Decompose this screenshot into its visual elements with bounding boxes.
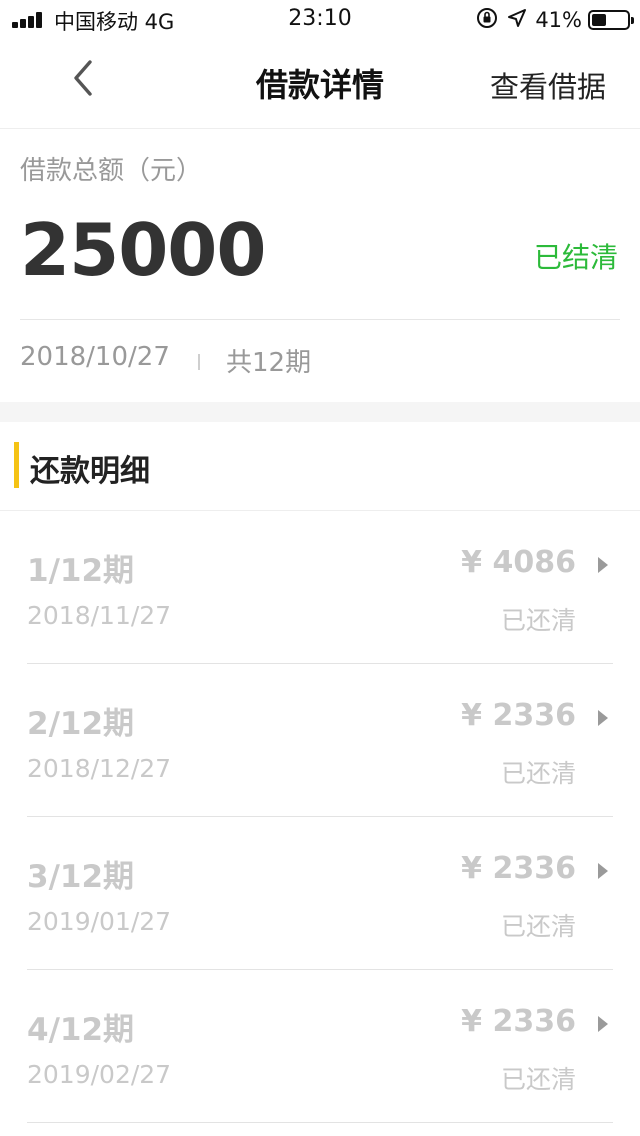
- repayment-date: 2019/02/27: [27, 1060, 172, 1089]
- repayment-item[interactable]: 3/12期 2019/01/27 ¥ 2336 已还清: [0, 817, 640, 970]
- repayment-amount: ¥ 4086: [461, 545, 576, 580]
- total-amount-label: 借款总额（元）: [20, 156, 203, 186]
- repayment-period: 3/12期: [27, 859, 135, 895]
- repayment-amount: ¥ 2336: [461, 851, 576, 886]
- nav-bar: 借款详情 查看借据: [0, 40, 640, 129]
- loan-periods: 共12期: [226, 348, 312, 378]
- repayment-date: 2019/01/27: [27, 907, 172, 936]
- view-receipt-button[interactable]: 查看借据: [490, 64, 606, 106]
- section-gap: [0, 402, 640, 422]
- repayment-period: 1/12期: [27, 553, 135, 589]
- summary-separator: [198, 354, 200, 370]
- section-title: 还款明细: [30, 454, 150, 489]
- section-accent-bar: [14, 442, 19, 488]
- chevron-right-icon: [598, 710, 608, 726]
- repayment-status: 已还清: [500, 912, 576, 941]
- repayment-status: 已还清: [500, 759, 576, 788]
- battery-level: [592, 14, 606, 26]
- chevron-right-icon: [598, 863, 608, 879]
- status-bar: 中国移动 4G 23:10 41%: [0, 0, 640, 40]
- repayment-item[interactable]: 4/12期 2019/02/27 ¥ 2336 已还清: [0, 970, 640, 1123]
- repayment-item[interactable]: 2/12期 2018/12/27 ¥ 2336 已还清: [0, 664, 640, 817]
- repayment-amount: ¥ 2336: [461, 1004, 576, 1039]
- loan-date: 2018/10/27: [20, 342, 170, 372]
- battery-icon: [588, 10, 634, 30]
- repayment-amount: ¥ 2336: [461, 698, 576, 733]
- location-icon: [507, 8, 527, 32]
- orientation-lock-icon: [475, 6, 499, 34]
- repayment-section-header: 还款明细: [0, 422, 640, 511]
- repayment-date: 2018/12/27: [27, 754, 172, 783]
- chevron-right-icon: [598, 1016, 608, 1032]
- repayment-list: 1/12期 2018/11/27 ¥ 4086 已还清 2/12期 2018/1…: [0, 511, 640, 1123]
- battery-percentage: 41%: [535, 8, 582, 32]
- loan-status: 已结清: [533, 241, 618, 274]
- repayment-period: 4/12期: [27, 1012, 135, 1048]
- repayment-period: 2/12期: [27, 706, 135, 742]
- total-amount-value: 25000: [20, 208, 266, 292]
- summary-divider: [20, 319, 620, 320]
- repayment-status: 已还清: [500, 606, 576, 635]
- repayment-status: 已还清: [500, 1065, 576, 1094]
- loan-summary: 借款总额（元） 25000 已结清 2018/10/27 共12期: [0, 128, 640, 402]
- repayment-item[interactable]: 1/12期 2018/11/27 ¥ 4086 已还清: [0, 511, 640, 664]
- chevron-right-icon: [598, 557, 608, 573]
- repayment-date: 2018/11/27: [27, 601, 172, 630]
